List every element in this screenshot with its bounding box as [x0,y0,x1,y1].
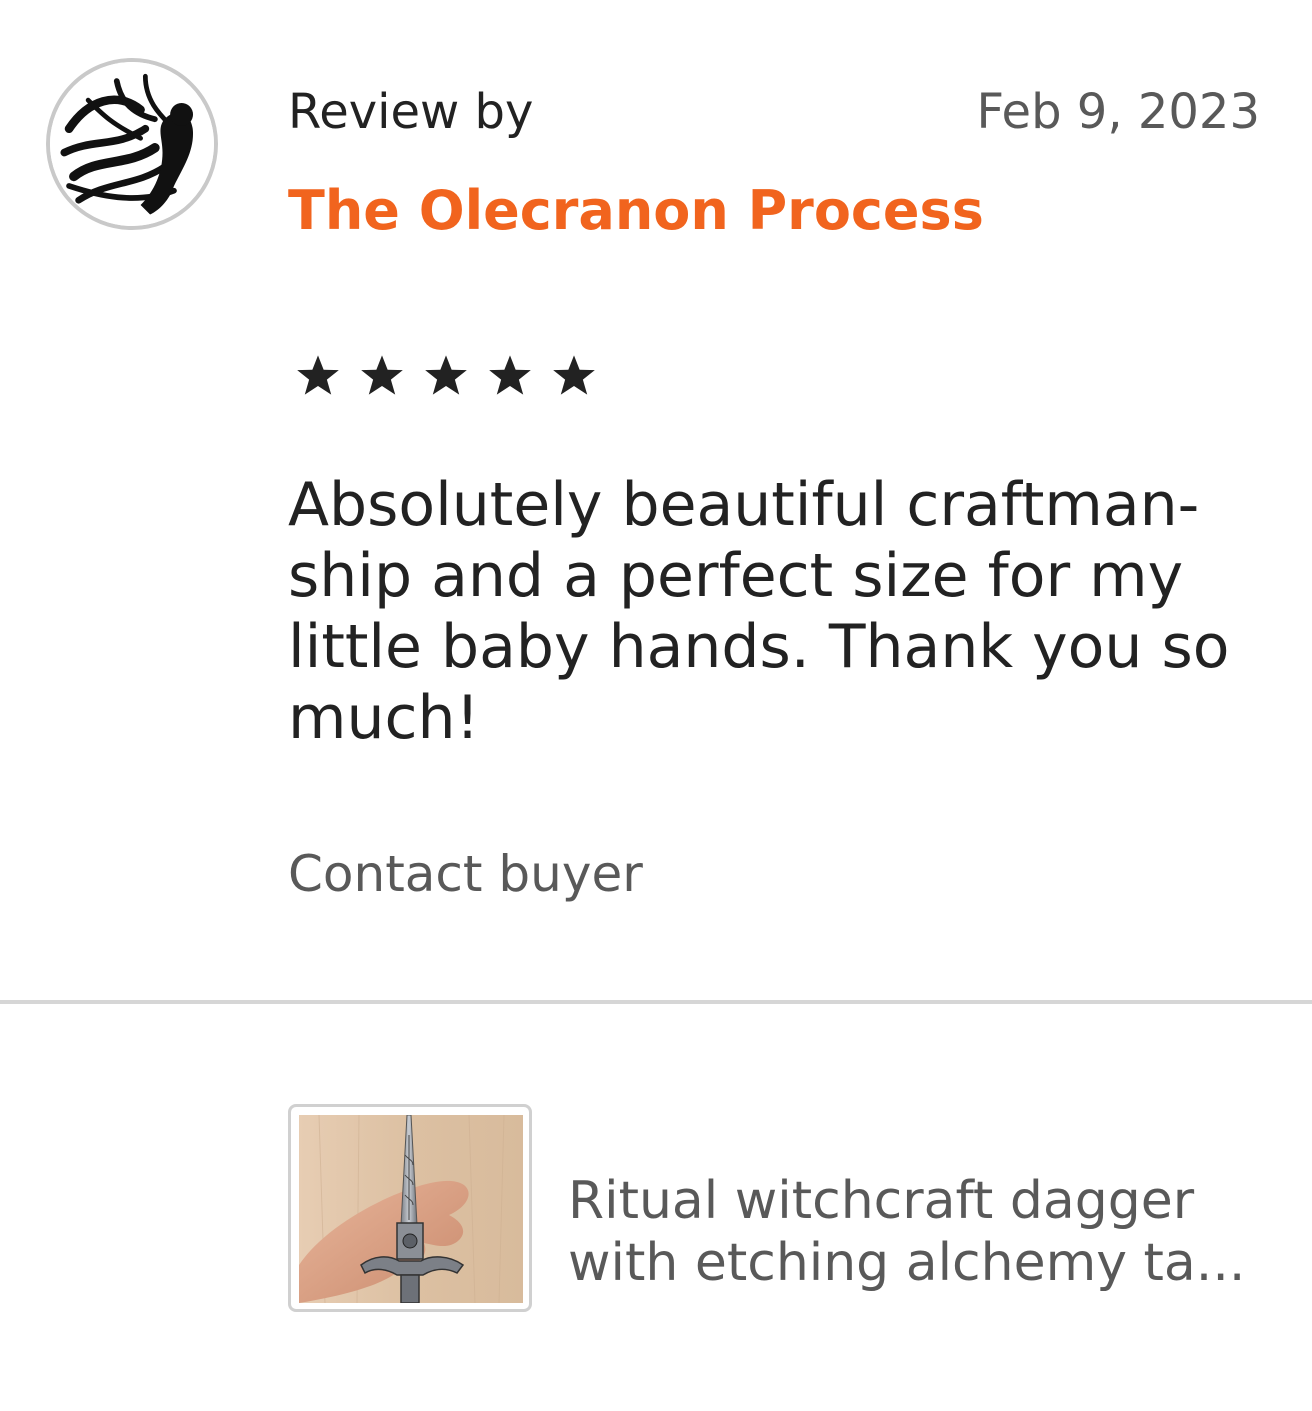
review-text-line: much! [288,683,480,753]
review-text: Absolutely beautiful craftman- ship and … [288,470,1268,754]
listing-title-line: Ritual witchcraft dagger [568,1171,1195,1231]
star-rating [292,350,612,404]
star-icon [292,350,356,404]
listing-title-line: with etching alchemy ta... [568,1233,1246,1293]
star-icon [356,350,420,404]
review-date: Feb 9, 2023 [976,84,1260,140]
review-by-label: Review by [288,84,534,140]
reviewer-avatar[interactable] [46,58,218,230]
review-text-line: little baby hands. Thank you so [288,612,1230,682]
divider [0,1000,1312,1004]
listing-thumbnail[interactable] [288,1104,532,1312]
avatar-image [50,62,214,226]
reviewer-name-link[interactable]: The Olecranon Process [288,180,984,242]
contact-buyer-link[interactable]: Contact buyer [288,844,643,904]
review-text-line: Absolutely beautiful craftman- [288,470,1200,540]
listing-title-link[interactable]: Ritual witchcraft dagger with etching al… [568,1170,1268,1294]
star-icon [484,350,548,404]
star-icon [420,350,484,404]
star-icon [548,350,612,404]
review-text-line: ship and a perfect size for my [288,541,1184,611]
dagger-photo [299,1115,523,1303]
